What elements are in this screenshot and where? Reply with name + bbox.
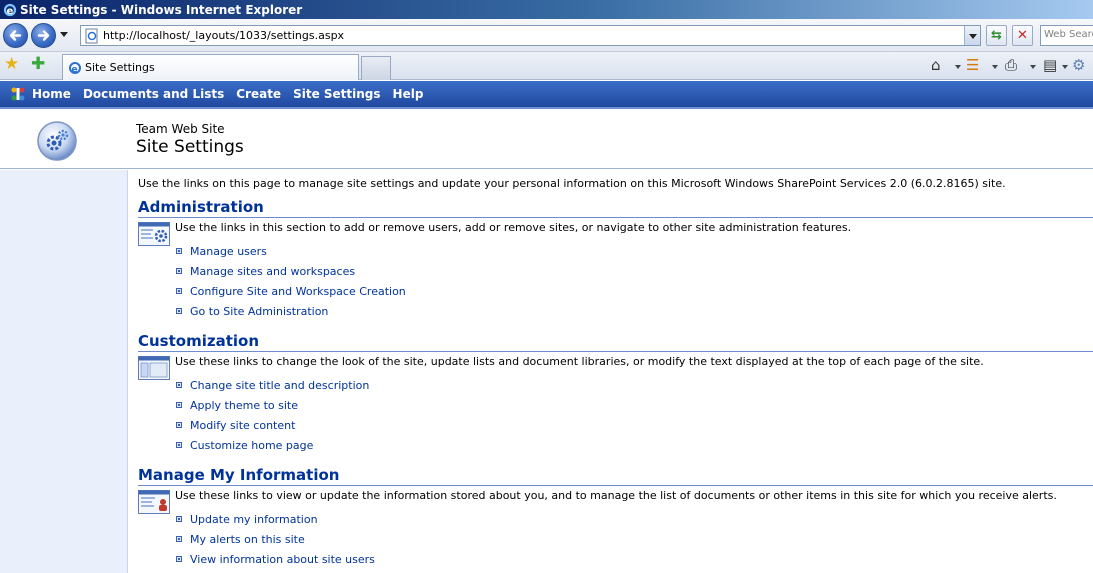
list-item: Customize home page [176,435,369,455]
window-title-bar: e Site Settings - Windows Internet Explo… [0,0,1093,19]
svg-text:e: e [72,65,78,75]
bullet-icon [176,422,182,428]
list-item: Change site title and description [176,375,369,395]
link-update-my-information[interactable]: Update my information [190,513,318,526]
main-content: Use the links on this page to manage sit… [138,170,1093,573]
page-menu-icon[interactable]: ▤ [1043,57,1057,73]
nav-documents-and-lists[interactable]: Documents and Lists [83,87,224,101]
refresh-button[interactable]: ⇆ [986,25,1007,46]
site-settings-gear-icon [36,120,78,162]
stop-button[interactable]: ✕ [1012,25,1033,46]
recent-pages-dropdown-icon[interactable] [60,32,68,37]
print-icon[interactable]: ⎙ [1005,57,1017,73]
list-item: My alerts on this site [176,529,375,549]
bullet-icon [176,268,182,274]
web-search-input[interactable]: Web Search [1040,25,1093,46]
nav-site-settings[interactable]: Site Settings [293,87,380,101]
bullet-icon [176,308,182,314]
administration-icon [138,222,170,246]
list-item: Go to Site Administration [176,301,406,321]
link-apply-theme[interactable]: Apply theme to site [190,399,298,412]
section-description: Use these links to change the look of th… [175,355,984,368]
link-customize-home-page[interactable]: Customize home page [190,439,313,452]
ie-logo-icon: e [3,3,17,17]
list-item: View information about site users [176,549,375,569]
tab-toolbar: ★ ✚ e Site Settings ⌂ ☰ ⎙ ▤ ⚙ [0,52,1093,80]
section-title: Manage My Information [138,466,1093,486]
favorites-star-icon[interactable]: ★ [4,56,19,73]
window-title: Site Settings - Windows Internet Explore… [20,2,303,17]
bullet-icon [176,248,182,254]
page-menu-dropdown-icon[interactable] [1062,65,1068,69]
bullet-icon [176,536,182,542]
page-intro-text: Use the links on this page to manage sit… [138,177,1006,190]
bullet-icon [176,516,182,522]
link-change-site-title[interactable]: Change site title and description [190,379,369,392]
address-toolbar: http://localhost/_layouts/1033/settings.… [0,19,1093,52]
page-title: Site Settings [136,137,244,157]
nav-create[interactable]: Create [236,87,281,101]
page-icon [84,28,100,44]
link-manage-sites-and-workspaces[interactable]: Manage sites and workspaces [190,265,355,278]
feeds-icon[interactable]: ☰ [966,57,979,73]
section-administration: Administration Use the links in this sec… [138,198,1093,318]
print-dropdown-icon[interactable] [1030,65,1036,69]
link-list: Update my information My alerts on this … [176,509,375,569]
link-my-alerts[interactable]: My alerts on this site [190,533,305,546]
tools-gear-icon[interactable]: ⚙ [1072,57,1085,73]
customization-icon [138,356,170,380]
sharepoint-logo-icon [10,86,26,102]
address-bar[interactable]: http://localhost/_layouts/1033/settings.… [80,25,981,46]
section-description: Use the links in this section to add or … [175,221,852,234]
section-title: Administration [138,198,1093,218]
list-item: Update my information [176,509,375,529]
new-tab-button[interactable] [361,56,391,80]
link-configure-site-creation[interactable]: Configure Site and Workspace Creation [190,285,406,298]
section-manage-my-information: Manage My Information Use these links to… [138,466,1093,566]
link-list: Manage users Manage sites and workspaces… [176,241,406,321]
back-button[interactable] [3,23,28,48]
my-information-icon [138,490,170,514]
address-url[interactable]: http://localhost/_layouts/1033/settings.… [103,29,344,42]
left-navigation-pane [0,170,128,573]
page-title-area: Team Web Site Site Settings [0,111,1093,169]
link-go-to-site-administration[interactable]: Go to Site Administration [190,305,328,318]
section-description: Use these links to view or update the in… [175,489,1057,502]
section-customization: Customization Use these links to change … [138,332,1093,452]
tab-page-icon: e [68,61,82,75]
link-list: Change site title and description Apply … [176,375,369,455]
bullet-icon [176,442,182,448]
sharepoint-top-nav: Home Documents and Lists Create Site Set… [0,81,1093,109]
list-item: Modify site content [176,415,369,435]
link-manage-users[interactable]: Manage users [190,245,267,258]
home-dropdown-icon[interactable] [955,65,961,69]
link-modify-site-content[interactable]: Modify site content [190,419,295,432]
section-title: Customization [138,332,1093,352]
bullet-icon [176,382,182,388]
bullet-icon [176,556,182,562]
forward-button[interactable] [31,23,56,48]
bullet-icon [176,402,182,408]
nav-home[interactable]: Home [32,87,71,101]
nav-help[interactable]: Help [393,87,424,101]
address-dropdown-icon[interactable] [964,26,980,45]
bullet-icon [176,288,182,294]
home-icon[interactable]: ⌂ [931,57,941,73]
list-item: Configure Site and Workspace Creation [176,281,406,301]
list-item: Manage sites and workspaces [176,261,406,281]
list-item: Apply theme to site [176,395,369,415]
feeds-dropdown-icon[interactable] [992,65,998,69]
list-item: Manage users [176,241,406,261]
tab-label: Site Settings [85,61,155,74]
tab-site-settings[interactable]: e Site Settings [62,54,359,80]
add-favorites-icon[interactable]: ✚ [31,56,45,73]
site-name[interactable]: Team Web Site [136,122,225,136]
svg-text:e: e [7,6,14,17]
link-view-site-users[interactable]: View information about site users [190,553,375,566]
